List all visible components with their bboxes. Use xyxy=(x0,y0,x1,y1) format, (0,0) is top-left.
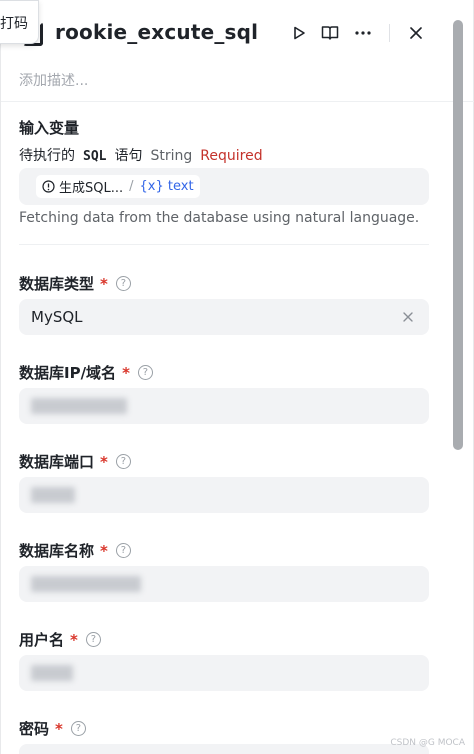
db-port-input[interactable] xyxy=(19,477,429,513)
variable-reference-field[interactable]: 生成SQL... / {x} text xyxy=(19,168,429,205)
password-input[interactable] xyxy=(19,744,429,754)
redacted-value xyxy=(31,398,127,414)
db-type-label-text: 数据库类型 xyxy=(19,275,95,293)
close-icon xyxy=(410,27,422,39)
db-name-label: 数据库名称 * ? xyxy=(19,540,131,561)
reference-chip[interactable]: 生成SQL... / {x} text xyxy=(36,175,200,198)
username-input[interactable] xyxy=(19,655,429,691)
variable-desc: 待执行的 xyxy=(19,148,75,164)
redacted-value xyxy=(31,576,141,592)
panel-header: rookie_excute_sql xyxy=(1,0,474,66)
help-icon[interactable]: ? xyxy=(70,721,86,736)
db-type-label: 数据库类型 * ? xyxy=(19,273,131,294)
reference-separator: / xyxy=(129,179,134,194)
variable-type: String xyxy=(150,148,193,164)
more-icon xyxy=(355,31,371,35)
db-host-label-text: 数据库IP/域名 xyxy=(19,364,117,382)
help-icon[interactable]: ? xyxy=(137,365,153,380)
input-section-title: 输入变量 xyxy=(19,119,80,137)
db-port-label: 数据库端口 * ? xyxy=(19,451,131,472)
clear-button[interactable] xyxy=(399,308,417,326)
help-icon[interactable]: ? xyxy=(115,454,131,469)
header-separator xyxy=(389,24,390,42)
help-icon[interactable]: ? xyxy=(85,632,101,647)
divider xyxy=(19,244,429,245)
required-star: * xyxy=(70,630,78,649)
watermark: CSDN @G MOCA xyxy=(390,738,465,748)
db-name-label-text: 数据库名称 xyxy=(19,542,95,560)
db-port-label-text: 数据库端口 xyxy=(19,453,95,471)
required-star: * xyxy=(100,274,108,293)
input-hint: Fetching data from the database using na… xyxy=(19,210,420,226)
run-button[interactable] xyxy=(288,22,310,44)
variable-name: SQL xyxy=(83,149,107,164)
clear-icon xyxy=(403,312,413,322)
required-label: Required xyxy=(200,148,263,164)
reference-source: 生成SQL... xyxy=(59,181,124,196)
username-label-text: 用户名 xyxy=(19,631,65,649)
node-title[interactable]: rookie_excute_sql xyxy=(55,20,258,44)
node-config-panel: 打码 rookie_excute_sql 添加描述... 输入变量 待执行的 S… xyxy=(0,0,474,754)
required-star: * xyxy=(55,719,63,738)
close-button[interactable] xyxy=(405,22,427,44)
db-host-label: 数据库IP/域名 * ? xyxy=(19,362,153,383)
more-button[interactable] xyxy=(352,22,374,44)
db-type-select[interactable]: MySQL xyxy=(19,299,429,335)
divider xyxy=(1,101,474,102)
variable-suffix: 语句 xyxy=(114,148,143,164)
password-label: 密码 * ? xyxy=(19,718,86,739)
mosaic-tag-label: 打码 xyxy=(0,16,28,32)
input-variable-row: 待执行的 SQL 语句 String Required xyxy=(19,145,263,165)
password-label-text: 密码 xyxy=(19,720,50,738)
db-type-value: MySQL xyxy=(31,308,83,326)
reference-variable: {x} text xyxy=(139,179,194,194)
help-icon[interactable]: ? xyxy=(115,543,131,558)
docs-button[interactable] xyxy=(319,22,341,44)
db-host-input[interactable] xyxy=(19,388,429,424)
book-icon xyxy=(321,26,339,40)
redacted-value xyxy=(31,665,73,681)
required-star: * xyxy=(100,452,108,471)
mosaic-tag: 打码 xyxy=(0,0,39,44)
scrollbar-thumb[interactable] xyxy=(453,20,463,450)
info-circle-icon xyxy=(42,180,55,193)
play-icon xyxy=(294,26,305,40)
db-name-input[interactable] xyxy=(19,566,429,602)
required-star: * xyxy=(122,363,130,382)
description-input[interactable]: 添加描述... xyxy=(19,70,88,90)
username-label: 用户名 * ? xyxy=(19,629,101,650)
redacted-value xyxy=(31,487,75,503)
help-icon[interactable]: ? xyxy=(115,276,131,291)
required-star: * xyxy=(100,541,108,560)
